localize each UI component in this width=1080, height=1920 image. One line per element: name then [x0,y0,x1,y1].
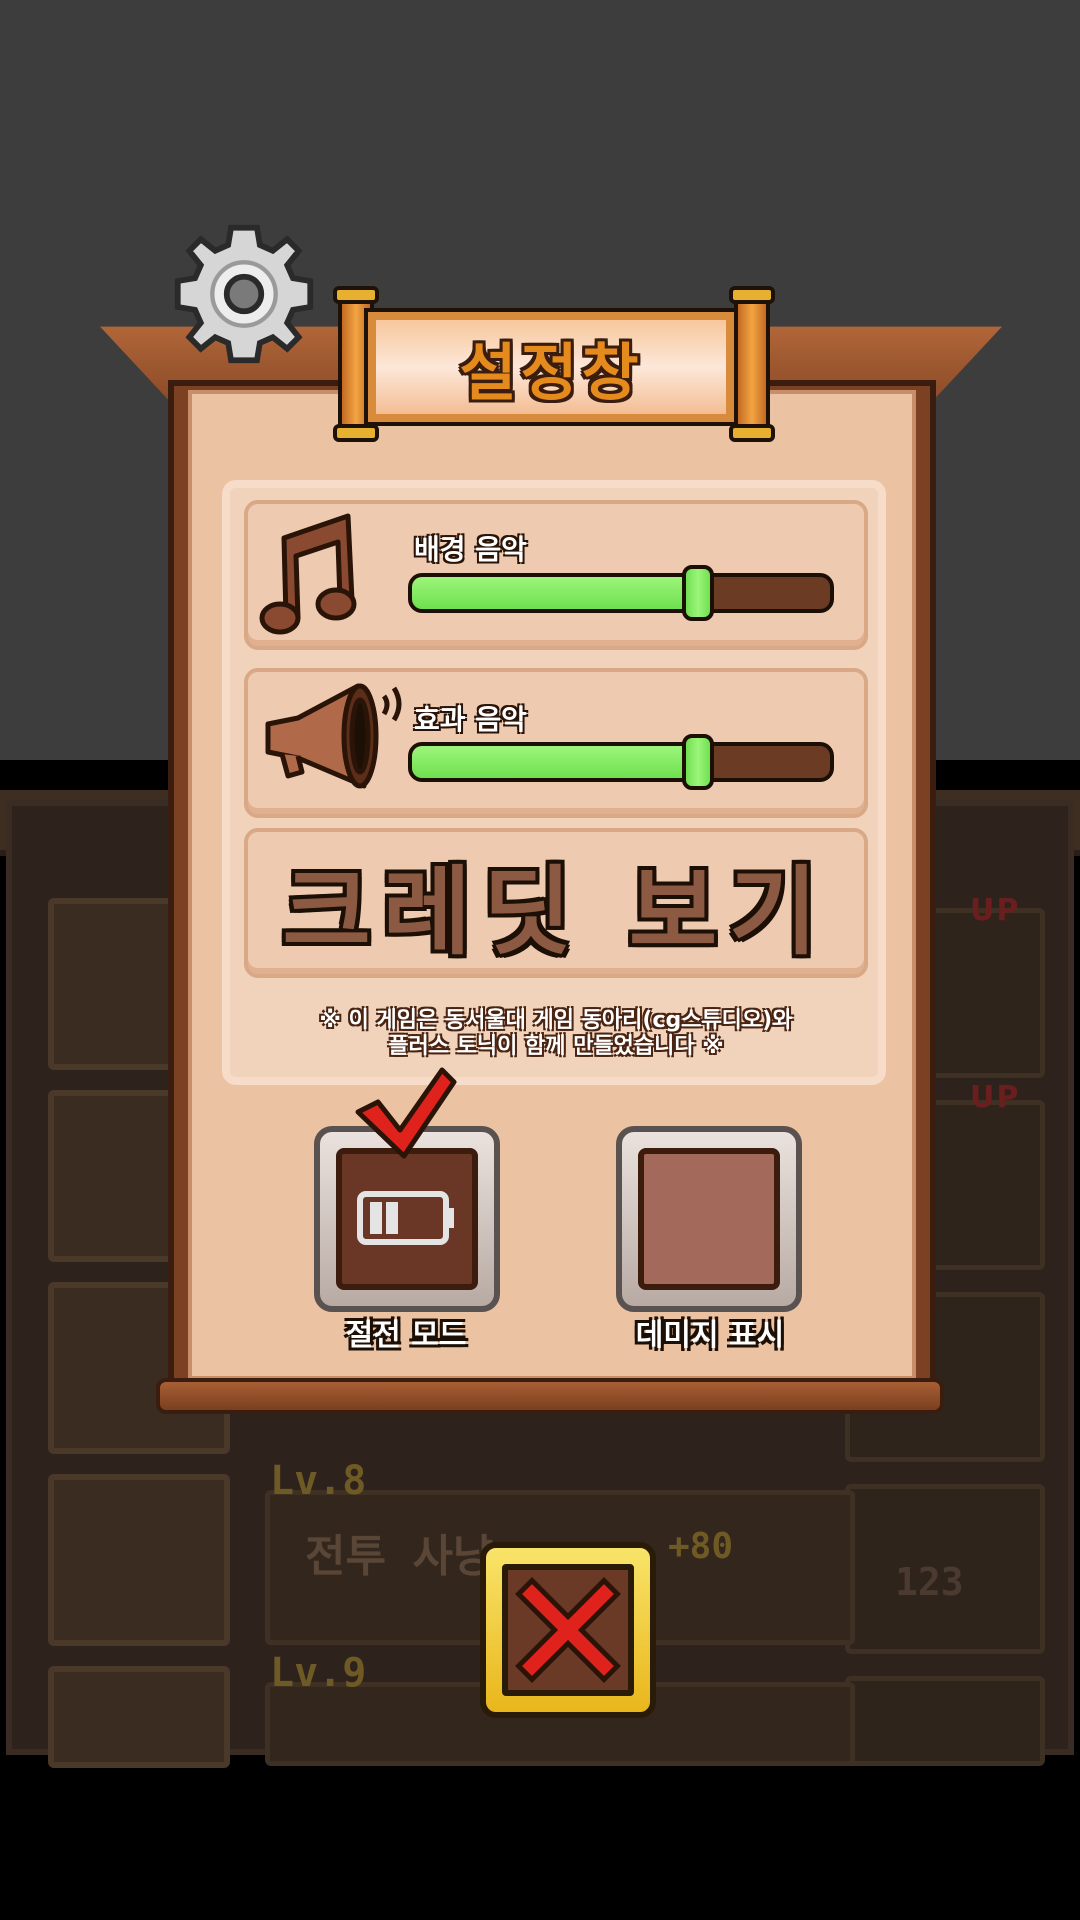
gear-icon [174,224,314,364]
scroll-cap [333,424,379,442]
sfx-slider[interactable] [408,742,834,782]
sfx-slider-knob[interactable] [681,734,714,790]
damage-display-toggle-face [638,1148,780,1290]
close-icon [515,1577,621,1683]
close-button-face [502,1564,634,1696]
bg-level-label: Lv.8 [270,1458,367,1504]
scroll-cap [729,286,775,304]
dialog-base [156,1378,944,1414]
bg-level-label: Lv.9 [270,1650,367,1696]
credit-note-line2: 플러스 토닉이 함께 만들었습니다 ※ [388,1034,724,1059]
music-note-icon [259,513,357,635]
checkmark-icon [355,1067,457,1159]
bg-upgrade-tag: UP [970,893,1021,928]
battery-icon [357,1191,454,1245]
bg-reward-count: 123 [895,1560,964,1604]
bgm-slider[interactable] [408,573,834,613]
title-scroll: 설정창 [364,308,738,426]
scroll-cap [333,286,379,304]
power-save-label: 절전 모드 [345,1318,467,1353]
credits-label: 크레딧 보기 [282,855,830,968]
scroll-post-right [734,290,770,440]
damage-display-label: 데미지 표시 [635,1318,785,1353]
bg-quest-thumb [48,1666,230,1768]
bgm-slider-knob[interactable] [681,565,714,621]
bg-reward-bonus: +80 [668,1526,734,1567]
close-button[interactable] [480,1542,656,1718]
dialog-title: 설정창 [459,336,643,409]
bg-reward-slot [845,1676,1045,1766]
bg-upgrade-tag: UP [970,1080,1021,1115]
credits-button[interactable]: 크레딧 보기 [244,828,868,978]
bg-quest-thumb [48,1474,230,1646]
bg-quest-name: 전투 사냥 [305,1531,494,1582]
scroll-cap [729,424,775,442]
bgm-slider-fill [412,577,699,609]
damage-display-toggle[interactable] [616,1126,802,1312]
sfx-slider-fill [412,746,699,778]
bgm-label: 배경 음악 [414,533,527,566]
megaphone-icon [265,683,402,789]
sfx-label: 효과 음악 [414,703,527,736]
